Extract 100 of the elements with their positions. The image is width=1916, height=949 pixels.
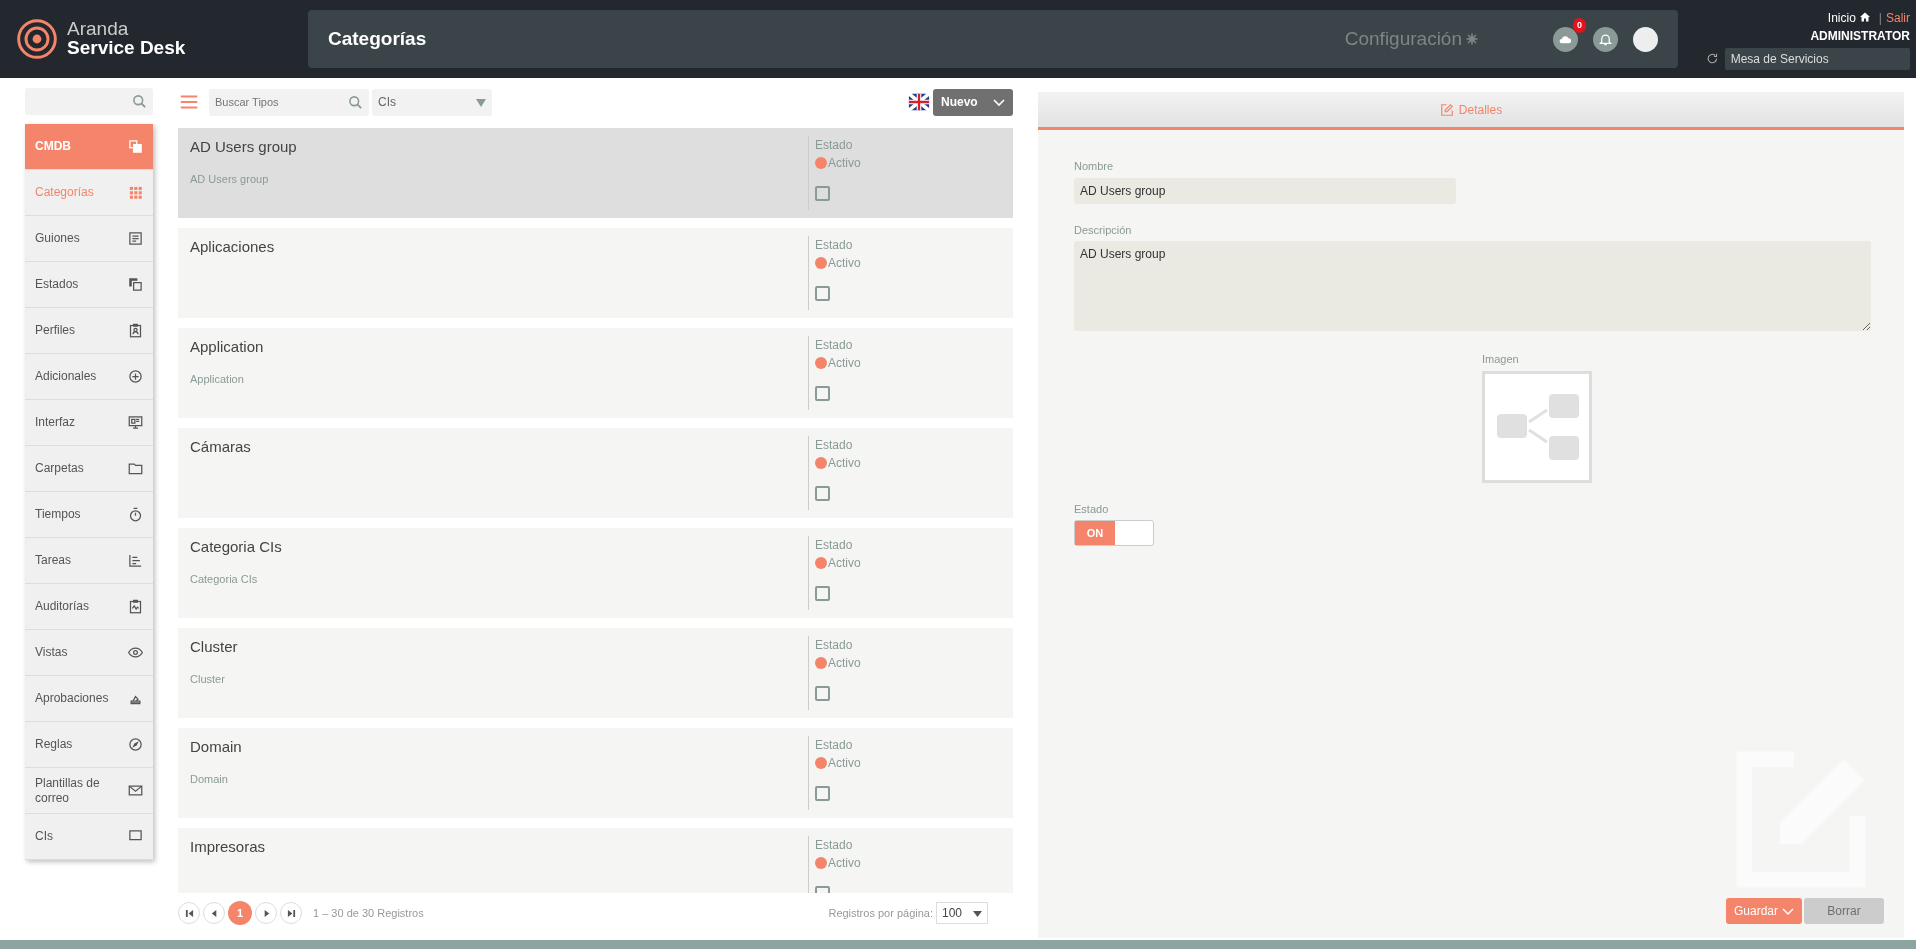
record-card[interactable]: Impresoras Estado Activo — [178, 828, 1013, 893]
sidebar-search-field[interactable] — [25, 88, 153, 115]
record-checkbox[interactable] — [815, 186, 830, 201]
copy-icon — [128, 277, 143, 292]
field-label: Descripción — [1074, 222, 1133, 238]
chevron-icon — [993, 98, 1005, 107]
per-page-select[interactable]: 100 — [936, 902, 988, 924]
status-text: Activo — [828, 655, 861, 672]
record-card[interactable]: Categoria CIs Categoria CIs Estado Activo — [178, 528, 1013, 618]
description-field[interactable]: AD Users group — [1074, 241, 1871, 331]
record-checkbox[interactable] — [815, 586, 830, 601]
search-field[interactable]: Buscar Tipos — [209, 88, 369, 116]
refresh-icon — [1706, 52, 1719, 65]
notification-badge: 0 — [1573, 17, 1586, 33]
home-icon — [1858, 10, 1871, 23]
bell-button[interactable] — [1593, 26, 1618, 52]
type-select[interactable]: CIs — [372, 88, 492, 116]
next-page-button[interactable] — [255, 902, 277, 924]
cloud-button[interactable] — [1553, 26, 1578, 52]
sidebar-item[interactable]: Tareas — [25, 538, 153, 584]
status-label: Estado — [815, 237, 854, 254]
status-text: Activo — [828, 255, 861, 272]
sidebar-item[interactable]: Plantillas de correo — [25, 768, 153, 814]
sidebar-item[interactable]: Carpetas — [25, 446, 153, 492]
records-summary: 1 – 30 de 30 Registros — [313, 905, 424, 921]
sidebar-item[interactable]: Adicionales — [25, 354, 153, 400]
status-label: Estado — [815, 337, 854, 354]
record-description: Categoria CIs — [190, 571, 259, 587]
new-button[interactable]: Nuevo — [933, 88, 1013, 116]
avatar[interactable] — [1633, 26, 1658, 52]
record-checkbox[interactable] — [815, 486, 830, 501]
edit-icon — [1439, 102, 1454, 117]
record-description: Cluster — [190, 671, 226, 687]
record-card[interactable]: Cámaras Estado Activo — [178, 428, 1013, 518]
chevron-icon — [1782, 907, 1794, 916]
sidebar-item[interactable]: Perfiles — [25, 308, 153, 354]
previous-page-button[interactable] — [203, 902, 225, 924]
last-page-icon — [286, 908, 296, 918]
record-card[interactable]: Application Application Estado Activo — [178, 328, 1013, 418]
home-link[interactable]: Inicio — [1827, 10, 1856, 25]
previous-page-icon — [209, 908, 219, 918]
status-dot — [815, 457, 827, 469]
record-name: Domain — [190, 737, 243, 757]
sidebar-item[interactable]: Vistas — [25, 630, 153, 676]
grid-icon — [128, 185, 143, 200]
record-card[interactable]: AD Users group AD Users group Estado Activo — [178, 128, 1013, 218]
per-page-label: Registros por página: — [828, 905, 933, 921]
record-name: AD Users group — [190, 137, 298, 157]
record-checkbox[interactable] — [815, 686, 830, 701]
record-name: Cluster — [190, 637, 239, 657]
last-page-button[interactable] — [280, 902, 302, 924]
search-icon — [348, 94, 363, 110]
status-label: Estado — [815, 837, 854, 854]
sidebar-item[interactable]: Estados — [25, 262, 153, 308]
image-placeholder[interactable] — [1482, 370, 1592, 483]
record-checkbox[interactable] — [815, 286, 830, 301]
search-icon — [132, 94, 147, 109]
brand-name: Aranda — [67, 19, 130, 39]
logout-link[interactable]: Salir — [1886, 10, 1910, 25]
status-label: Estado — [815, 737, 854, 754]
status-label: Estado — [815, 637, 854, 654]
caret-icon — [973, 910, 982, 917]
field-label: Nombre — [1074, 159, 1115, 174]
status-dot — [815, 257, 827, 269]
plus-circle-icon — [128, 369, 143, 384]
sidebar-item[interactable]: Auditorías — [25, 584, 153, 630]
record-name: Cámaras — [190, 437, 252, 457]
sidebar-item[interactable]: Interfaz — [25, 400, 153, 446]
clipboard-icon — [128, 323, 143, 338]
status-text: Activo — [828, 555, 861, 572]
folder-icon — [128, 461, 143, 476]
clipboard-icon — [128, 599, 143, 614]
record-card[interactable]: Domain Domain Estado Activo — [178, 728, 1013, 818]
flag-icon[interactable] — [908, 91, 930, 113]
sidebar-item[interactable]: Tiempos — [25, 492, 153, 538]
status-dot — [815, 357, 827, 369]
copy-icon — [128, 139, 143, 154]
sidebar-item[interactable]: Aprobaciones — [25, 676, 153, 722]
record-card[interactable]: Aplicaciones Estado Activo — [178, 228, 1013, 318]
record-card[interactable]: Cluster Cluster Estado Activo — [178, 628, 1013, 718]
status-text: Activo — [828, 155, 861, 172]
document-icon — [128, 231, 143, 246]
record-checkbox[interactable] — [815, 786, 830, 801]
monitor-icon — [128, 415, 143, 430]
record-checkbox[interactable] — [815, 386, 830, 401]
sidebar-item[interactable]: Reglas — [25, 722, 153, 768]
bar-chart-icon — [128, 553, 143, 568]
status-dot — [815, 657, 827, 669]
separator: | — [1878, 10, 1882, 25]
first-page-button[interactable] — [178, 902, 200, 924]
service-desk-select[interactable]: Mesa de Servicios — [1724, 47, 1910, 70]
status-dot — [815, 857, 827, 869]
sidebar-item[interactable]: Guiones — [25, 216, 153, 262]
name-field[interactable]: AD Users group — [1074, 177, 1456, 204]
bell-icon — [1598, 31, 1613, 47]
first-page-icon — [184, 908, 194, 918]
eye-icon — [128, 645, 143, 660]
sidebar-item[interactable]: CIs — [25, 814, 153, 860]
logo-icon — [15, 17, 59, 61]
status-text: Activo — [828, 355, 861, 372]
